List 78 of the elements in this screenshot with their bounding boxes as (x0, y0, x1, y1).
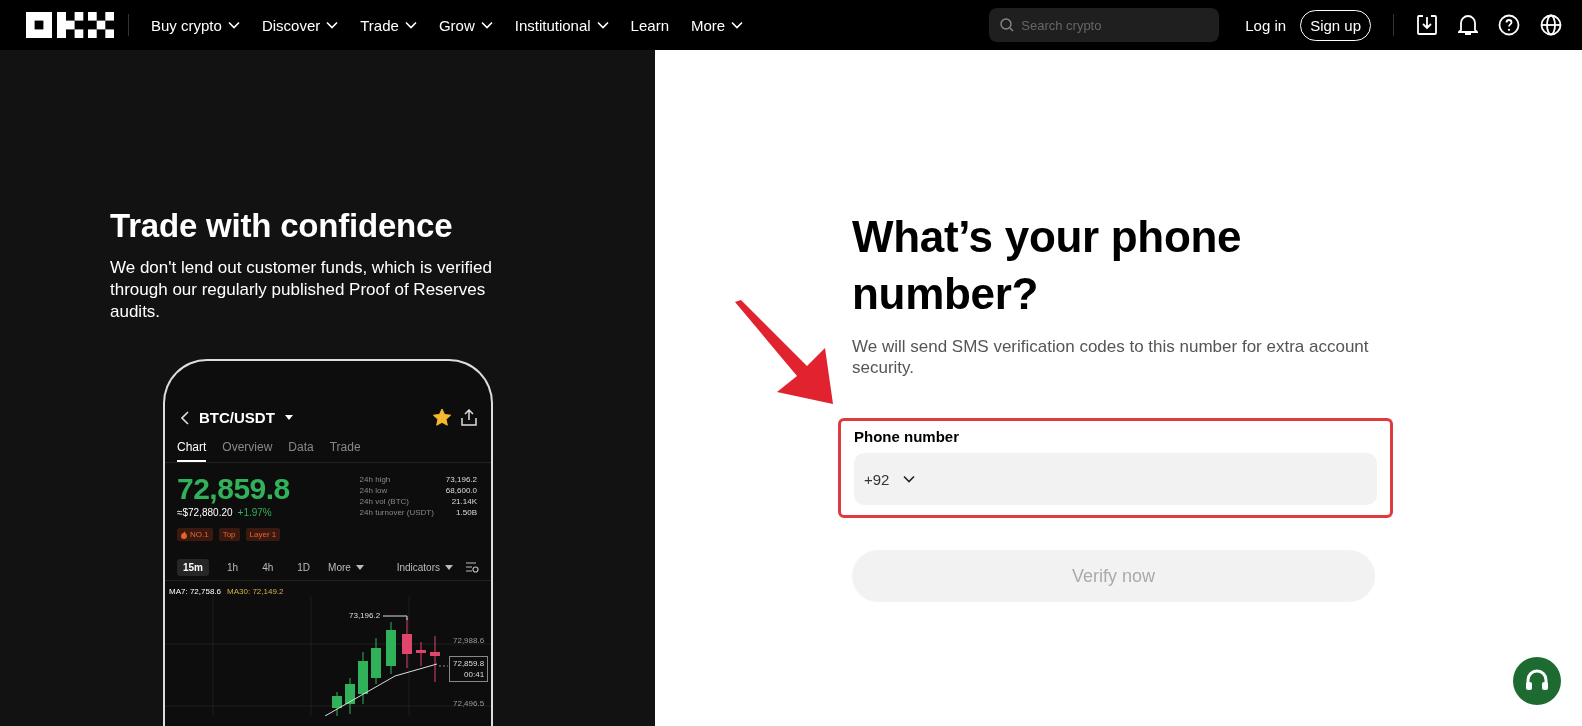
candlestick (386, 621, 396, 675)
search-field[interactable]: Search crypto (989, 8, 1220, 42)
stat-value: 1.50B (455, 508, 477, 517)
stat-label: 24h turnover (USDT) (359, 508, 434, 517)
chevron-down-icon (227, 21, 240, 29)
price-value: 72,859.8 (177, 473, 290, 505)
chart-settings-icon[interactable] (465, 562, 479, 573)
last-price-tag: 72,859.8 00:41 (449, 656, 489, 682)
candlestick (345, 677, 355, 715)
logo-icon[interactable] (26, 12, 114, 38)
globe-icon[interactable] (1540, 14, 1562, 36)
interval-tab[interactable]: 1D (291, 559, 317, 576)
chevron-down-icon (596, 21, 609, 29)
nav-link[interactable]: Discover (261, 16, 339, 34)
caret-icon (284, 415, 293, 420)
caret-icon (445, 565, 453, 570)
price-axis-label: 72,988.6 (453, 636, 485, 645)
candlestick (402, 617, 412, 669)
share-icon[interactable] (461, 409, 477, 426)
phone-tab[interactable]: Chart (177, 440, 207, 462)
chevron-down-icon (731, 21, 744, 29)
nav-link[interactable]: Learn (630, 16, 669, 34)
more-dropdown[interactable]: More (328, 562, 364, 573)
phone-tag: NO.1 (177, 528, 213, 541)
help-icon[interactable] (1498, 14, 1520, 36)
price-guide-line (438, 665, 449, 667)
nav-link[interactable]: Institutional (514, 16, 609, 34)
chevron-down-icon (326, 21, 339, 29)
stat-value: 68,600.0 (445, 486, 477, 495)
fiat-price: ≈$72,880.20 (177, 507, 233, 518)
price-change: +1.97% (237, 507, 272, 518)
caret-icon (355, 565, 364, 570)
support-chat-icon[interactable] (1513, 657, 1561, 705)
country-code[interactable]: +92 (864, 470, 890, 488)
indicators-dropdown[interactable]: Indicators (396, 562, 453, 573)
stat-label: 24h vol (BTC) (359, 497, 410, 506)
interval-tab[interactable]: 1h (221, 559, 245, 576)
leader-line (382, 615, 408, 621)
nav-link[interactable]: More (691, 16, 744, 34)
chart-high-label: 73,196.2 (349, 611, 381, 620)
bell-icon[interactable] (1458, 14, 1478, 36)
stat-value: 73,196.2 (445, 475, 477, 484)
price-axis-label: 72,496.5 (453, 699, 485, 708)
chevron-down-icon (404, 21, 417, 29)
interval-tab[interactable]: 4h (256, 559, 280, 576)
chevron-down-icon (480, 21, 493, 29)
form-subtitle: We will send SMS verification codes to this number for extra account security. (852, 336, 1370, 378)
nav-link[interactable]: Trade (360, 16, 417, 34)
promo-text: We don't lend out customer funds, which is verified through our regularly published Proof of Reserves audits. (110, 257, 493, 323)
phone-tab[interactable]: Trade (329, 440, 361, 462)
candlestick (371, 637, 381, 685)
candlestick (358, 651, 368, 705)
back-icon[interactable] (181, 410, 189, 425)
star-icon[interactable] (433, 409, 451, 426)
login-link[interactable]: Log in (1245, 16, 1287, 34)
candlestick (332, 691, 342, 716)
stat-label: 24h low (359, 486, 389, 495)
download-icon[interactable] (1416, 14, 1438, 36)
ma30-value: MA30: 72,149.2 (227, 587, 284, 596)
candlestick (416, 641, 426, 667)
stat-value: 21.14K (450, 497, 477, 506)
nav-link[interactable]: Buy crypto (151, 16, 240, 34)
pair-name: BTC/USDT (199, 409, 275, 426)
flame-icon (181, 530, 187, 539)
phone-tab[interactable]: Overview (222, 440, 273, 462)
candlestick (430, 635, 440, 683)
phone-tag: Top (218, 528, 240, 541)
phone-tab[interactable]: Data (288, 440, 314, 462)
form-title: What’s your phone number? (852, 211, 1243, 320)
promo-title: Trade with confidence (110, 207, 454, 245)
nav-link[interactable]: Grow (438, 16, 493, 34)
phone-input-field[interactable]: +92 (854, 453, 1377, 505)
ma7-value: MA7: 72,758.6 (169, 587, 222, 596)
phone-tag: Layer 1 (245, 528, 281, 541)
field-label: Phone number (854, 428, 960, 445)
interval-tab[interactable]: 15m (177, 559, 209, 576)
chevron-down-icon (903, 475, 916, 483)
stat-label: 24h high (359, 475, 392, 484)
